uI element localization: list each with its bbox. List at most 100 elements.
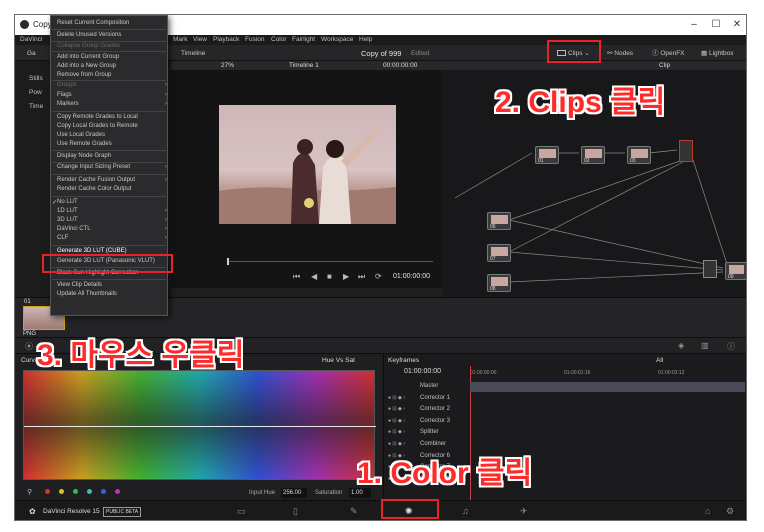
openfx-button[interactable]: ⓕ OpenFX <box>652 48 685 59</box>
gallery-item-power[interactable]: Pow <box>29 89 42 96</box>
context-menu-item[interactable]: 1D LUT › <box>57 208 167 214</box>
zoom-dropdown[interactable]: 27% <box>221 62 234 69</box>
gallery-item-stills[interactable]: Stills <box>29 75 43 82</box>
context-menu-item[interactable]: Remove from Group <box>57 72 111 78</box>
color-swatch[interactable] <box>101 489 106 494</box>
node-09[interactable]: 09 <box>725 262 746 280</box>
menu-fairlight[interactable]: Fairlight <box>292 36 315 43</box>
keyframe-lock-icon[interactable]: ● ⊡ ◆ › <box>388 429 405 435</box>
context-menu-item[interactable]: Markers › <box>57 101 167 107</box>
context-menu-item[interactable]: Update All Thumbnails <box>57 291 117 297</box>
gallery-button[interactable]: Ga <box>27 48 36 59</box>
step-back-icon[interactable]: ◀ <box>311 272 317 281</box>
hue-vs-sat-graph[interactable] <box>23 370 376 480</box>
node-08[interactable]: 08 <box>487 274 511 292</box>
splitter-node[interactable] <box>679 140 693 162</box>
lightbox-button[interactable]: ▦ Lightbox <box>701 48 734 59</box>
color-wheels-icon[interactable]: ⦿ <box>25 341 33 352</box>
keyframe-row[interactable]: Master <box>384 382 466 394</box>
menu-separator <box>52 196 166 197</box>
skip-end-icon[interactable]: ⏭ <box>358 272 365 282</box>
context-menu-item[interactable]: Delete Unused Versions <box>57 32 121 38</box>
menu-workspace[interactable]: Workspace <box>321 36 353 43</box>
minimize-button[interactable]: – <box>683 18 705 32</box>
color-swatch[interactable] <box>87 489 92 494</box>
viewer-image[interactable] <box>219 105 396 224</box>
viewer-scrubber[interactable] <box>227 261 433 262</box>
keyframe-row[interactable]: ● ⊡ ◆ › Corrector 1 <box>384 394 466 406</box>
context-menu-item[interactable]: Add into a New Group <box>57 63 116 69</box>
context-menu-item[interactable]: View Clip Details <box>57 282 102 288</box>
node-03[interactable]: 03 <box>627 146 651 164</box>
keyframe-lock-icon[interactable]: ● ⊡ ◆ › <box>388 441 405 447</box>
playhead-timecode: 01:00:00:00 <box>393 273 430 280</box>
context-menu-item[interactable]: Change Input Sizing Preset › <box>57 164 167 170</box>
context-menu-item[interactable]: CLF › <box>57 235 167 241</box>
playhead-marker[interactable] <box>227 258 229 265</box>
close-button[interactable]: ✕ <box>726 18 746 32</box>
menu-fusion[interactable]: Fusion <box>245 36 265 43</box>
settings-gear-icon[interactable]: ⚙ <box>726 506 734 517</box>
context-menu-item[interactable]: Copy Remote Grades to Local <box>57 114 138 120</box>
color-swatch[interactable] <box>115 489 120 494</box>
menu-davinci[interactable]: DaVinci <box>20 36 42 43</box>
edit-page-icon[interactable]: ▯ <box>293 506 298 517</box>
loop-icon[interactable]: ⟳ <box>375 272 382 281</box>
gallery-item-timeline[interactable]: Time <box>29 103 43 110</box>
menu-view[interactable]: View <box>193 36 207 43</box>
menu-color[interactable]: Color <box>271 36 287 43</box>
deliver-page-icon[interactable]: ✈ <box>520 506 528 517</box>
keyframe-row[interactable]: ● ⊡ ◆ › Corrector 2 <box>384 405 466 417</box>
fusion-page-icon[interactable]: ✎ <box>350 506 358 517</box>
context-menu-item[interactable]: ✓ No LUT <box>52 199 78 206</box>
color-swatch[interactable] <box>73 489 78 494</box>
keyframe-lock-icon[interactable]: ● ⊡ ◆ › <box>388 418 405 424</box>
qualifier-icon[interactable]: ◈ <box>678 341 684 350</box>
node-01[interactable]: 01 <box>535 146 559 164</box>
scopes-icon[interactable]: ▥ <box>701 341 709 350</box>
input-hue-field[interactable]: 256.00 <box>281 488 307 498</box>
skip-start-icon[interactable]: ⏮ <box>293 272 300 282</box>
context-menu-item[interactable]: Add into Current Group <box>57 54 119 60</box>
keyframe-lock-icon[interactable]: ● ⊡ ◆ › <box>388 406 405 412</box>
info-icon[interactable]: ⓘ <box>727 341 735 352</box>
node-06[interactable]: 06 <box>487 212 511 230</box>
nodes-button[interactable]: ⚯ Nodes <box>607 48 633 59</box>
menu-playback[interactable]: Playback <box>213 36 239 43</box>
menu-help[interactable]: Help <box>359 36 372 43</box>
keyframe-row-label: Splitter <box>420 429 439 436</box>
context-menu-item[interactable]: 3D LUT › <box>57 217 167 223</box>
home-icon[interactable]: ⌂ <box>705 506 710 516</box>
color-swatch[interactable] <box>45 489 50 494</box>
combiner-node[interactable] <box>703 260 717 278</box>
context-menu-item[interactable]: DaVinci CTL › <box>57 226 167 232</box>
menu-mark[interactable]: Mark <box>173 36 187 43</box>
fairlight-page-icon[interactable]: ♫ <box>462 506 469 516</box>
submenu-arrow-icon: › <box>165 235 167 241</box>
timeline-name[interactable]: Timeline 1 <box>289 62 319 69</box>
context-menu-item[interactable]: Render Cache Fusion Output › <box>57 177 167 183</box>
context-menu-item[interactable]: Reset Current Composition <box>57 20 129 26</box>
context-menu-item[interactable]: Use Remote Grades <box>57 141 112 147</box>
context-menu-item[interactable]: Use Local Grades <box>57 132 105 138</box>
eyedropper-icon[interactable]: ⚲ <box>27 488 32 496</box>
keyframe-row[interactable]: ● ⊡ ◆ › Splitter <box>384 428 466 440</box>
curve-mode-dropdown[interactable]: Hue Vs Sat <box>322 357 355 364</box>
timeline-button[interactable]: Timeline <box>181 48 205 59</box>
context-menu-item[interactable]: Display Node Graph <box>57 153 111 159</box>
color-swatch[interactable] <box>59 489 64 494</box>
curve-line[interactable] <box>24 426 376 427</box>
media-page-icon[interactable]: ▭ <box>237 506 246 517</box>
context-menu-item[interactable]: Flags › <box>57 92 167 98</box>
node-mode-dropdown[interactable]: Clip <box>659 62 670 69</box>
context-menu-item[interactable]: Copy Local Grades to Remote <box>57 123 138 129</box>
stop-icon[interactable]: ■ <box>327 272 332 281</box>
context-menu-item[interactable]: Render Cache Color Output <box>57 186 131 192</box>
node-02[interactable]: 02 <box>581 146 605 164</box>
keyframe-lock-icon[interactable]: ● ⊡ ◆ › <box>388 395 405 401</box>
maximize-button[interactable]: ☐ <box>705 18 727 32</box>
keyframes-filter[interactable]: All <box>656 357 663 364</box>
node-07[interactable]: 07 <box>487 244 511 262</box>
keyframe-row[interactable]: ● ⊡ ◆ › Corrector 3 <box>384 417 466 429</box>
play-icon[interactable]: ▶ <box>343 272 349 281</box>
